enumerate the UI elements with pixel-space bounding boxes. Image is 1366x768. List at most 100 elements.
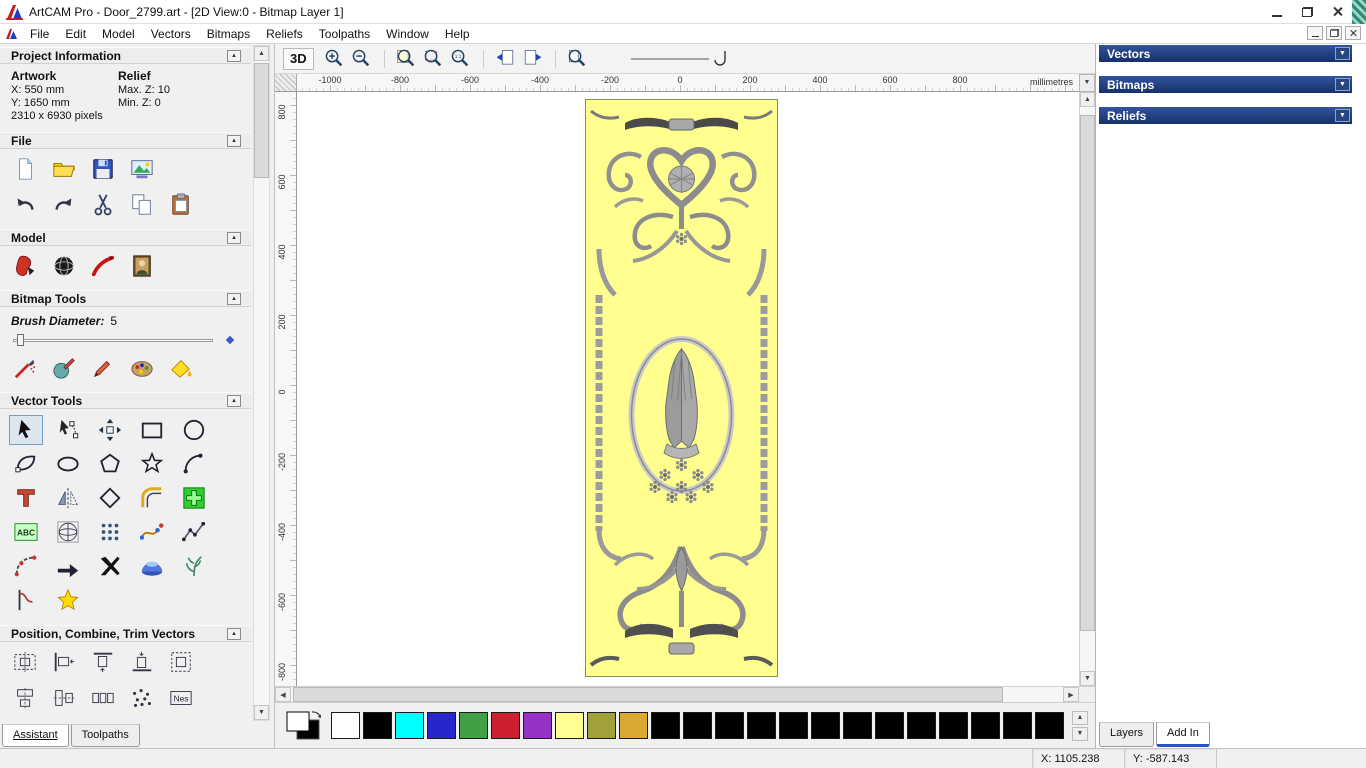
shape-editor-button[interactable] — [9, 449, 43, 479]
create-circle-button[interactable] — [177, 415, 211, 445]
sphere-model-button[interactable] — [49, 251, 79, 280]
import-image-button[interactable] — [127, 154, 157, 183]
colour-pick-diamond-icon[interactable] — [225, 335, 235, 345]
close-button[interactable] — [1322, 0, 1352, 23]
chevron-down-icon[interactable]: ▼ — [1335, 47, 1350, 60]
collapse-icon[interactable]: ▲ — [227, 627, 241, 640]
child-restore-button[interactable] — [1326, 26, 1342, 40]
drawing-canvas[interactable] — [297, 92, 1079, 686]
palette-swatch[interactable] — [715, 712, 744, 739]
create-star-button[interactable] — [135, 449, 169, 479]
panel-header-vectors[interactable]: Vectors ▼ — [1099, 45, 1352, 62]
text-abc-button[interactable]: ABC — [9, 517, 43, 547]
wrap-sphere-button[interactable] — [51, 517, 85, 547]
palette-swatch[interactable] — [459, 712, 488, 739]
palette-swatch[interactable] — [843, 712, 872, 739]
panel-header-reliefs[interactable]: Reliefs ▼ — [1099, 107, 1352, 124]
green-cross-button[interactable] — [177, 483, 211, 513]
zoom-in-button[interactable] — [323, 47, 347, 71]
vertical-scroll-track[interactable] — [1080, 107, 1095, 671]
scroll-down-icon[interactable]: ▼ — [1080, 671, 1095, 686]
node-editing-button[interactable] — [51, 415, 85, 445]
portrait-button[interactable] — [127, 251, 157, 280]
scroll-right-icon[interactable]: ▶ — [1063, 687, 1079, 702]
paste-button[interactable] — [166, 190, 196, 219]
brush-diameter-slider[interactable] — [11, 332, 241, 348]
tab-toolpaths[interactable]: Toolpaths — [70, 724, 140, 747]
slider-handle[interactable] — [17, 334, 24, 346]
palette-swatch[interactable] — [619, 712, 648, 739]
menu-edit[interactable]: Edit — [57, 25, 94, 43]
vertical-scroll-thumb[interactable] — [1080, 115, 1095, 631]
menu-toolpaths[interactable]: Toolpaths — [311, 25, 378, 43]
palette-swatch[interactable] — [651, 712, 680, 739]
trim-knife-button[interactable] — [93, 551, 127, 581]
restore-button[interactable] — [1292, 0, 1322, 23]
palette-swatch[interactable] — [1035, 712, 1064, 739]
slider-track[interactable] — [13, 339, 213, 342]
menu-help[interactable]: Help — [437, 25, 478, 43]
tab-layers[interactable]: Layers — [1099, 722, 1155, 747]
tab-add-in[interactable]: Add In — [1156, 722, 1210, 747]
align-v-centers-button[interactable] — [49, 683, 79, 712]
load-relief-button[interactable] — [10, 251, 40, 280]
align-h-centers-button[interactable] — [10, 683, 40, 712]
primary-secondary-colours[interactable] — [285, 709, 323, 743]
paint-brush-button[interactable] — [88, 353, 118, 382]
palette-down-icon[interactable]: ▼ — [1072, 726, 1088, 741]
arc-three-points-button[interactable] — [9, 551, 43, 581]
palette-swatch[interactable] — [555, 712, 584, 739]
save-model-button[interactable] — [88, 154, 118, 183]
distribute-button[interactable] — [88, 683, 118, 712]
child-close-button[interactable] — [1345, 26, 1361, 40]
create-ellipse-button[interactable] — [51, 449, 85, 479]
palette-swatch[interactable] — [331, 712, 360, 739]
switch-3d-view-button[interactable]: 3D — [283, 47, 314, 70]
palette-swatch[interactable] — [811, 712, 840, 739]
colour-set-button[interactable] — [127, 353, 157, 382]
palette-swatch[interactable] — [523, 712, 552, 739]
direction-arrow-button[interactable] — [51, 551, 85, 581]
red-swoosh-button[interactable] — [88, 251, 118, 280]
scatter-button[interactable] — [127, 683, 157, 712]
assistant-scroll-track[interactable] — [254, 61, 269, 705]
zoom-rect-button[interactable] — [422, 47, 446, 71]
horizontal-scrollbar[interactable]: ◀ ▶ — [275, 686, 1079, 702]
palette-up-icon[interactable]: ▲ — [1072, 710, 1088, 725]
offset-vector-button[interactable] — [93, 483, 127, 513]
create-text-button[interactable] — [9, 483, 43, 513]
scroll-up-icon[interactable]: ▲ — [1080, 92, 1095, 107]
scroll-down-icon[interactable]: ▼ — [254, 705, 269, 720]
open-file-button[interactable] — [49, 154, 79, 183]
align-left-button[interactable] — [49, 647, 79, 676]
redo-button[interactable] — [49, 190, 79, 219]
chevron-down-icon[interactable]: ▼ — [1335, 78, 1350, 91]
flood-fill-button[interactable] — [166, 353, 196, 382]
panel-header-bitmaps[interactable]: Bitmaps ▼ — [1099, 76, 1352, 93]
palette-swatch[interactable] — [907, 712, 936, 739]
align-top-button[interactable] — [88, 647, 118, 676]
star-wizard-button[interactable] — [51, 585, 85, 615]
titlebar-drag-area[interactable] — [344, 0, 1262, 23]
zoom-previous-button[interactable] — [395, 47, 419, 71]
curve-fit-button[interactable] — [135, 517, 169, 547]
vertical-scrollbar[interactable]: ▲ ▼ — [1079, 92, 1095, 686]
transform-vectors-button[interactable] — [93, 415, 127, 445]
menu-vectors[interactable]: Vectors — [143, 25, 199, 43]
line-style-preview[interactable] — [629, 48, 739, 70]
zoom-page-button[interactable] — [566, 47, 590, 71]
menu-model[interactable]: Model — [94, 25, 143, 43]
paint-relief-button[interactable] — [49, 353, 79, 382]
zoom-scale-button[interactable]: 1:1 — [449, 47, 473, 71]
tab-assistant[interactable]: Assistant — [2, 724, 69, 747]
cut-button[interactable] — [88, 190, 118, 219]
chevron-down-icon[interactable]: ▼ — [1335, 109, 1350, 122]
menu-file[interactable]: File — [22, 25, 57, 43]
new-document-button[interactable] — [10, 154, 40, 183]
center-in-page-button[interactable] — [10, 647, 40, 676]
section-profile-button[interactable] — [9, 585, 43, 615]
collapse-icon[interactable]: ▲ — [227, 134, 241, 147]
align-bottom-button[interactable] — [127, 647, 157, 676]
horizontal-scroll-track[interactable] — [291, 687, 1063, 702]
palette-swatch[interactable] — [491, 712, 520, 739]
